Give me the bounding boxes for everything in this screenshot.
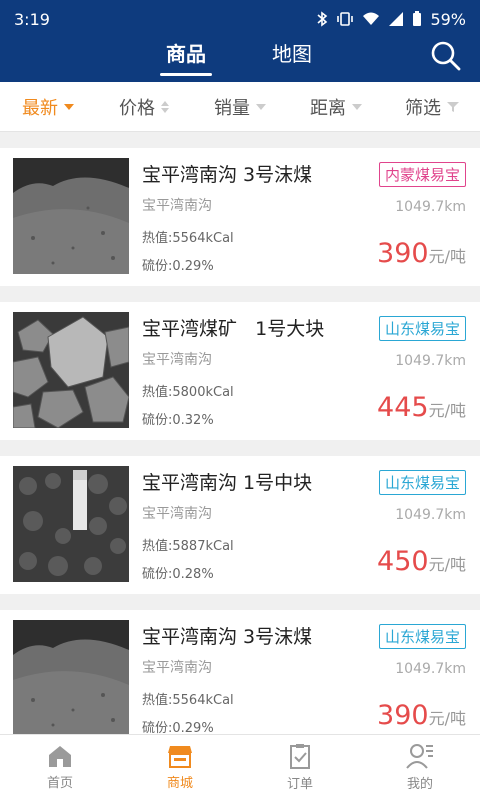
product-name: 宝平湾煤矿 1号大块 xyxy=(142,318,325,340)
profile-icon xyxy=(406,744,433,769)
tab-store[interactable]: 商城 xyxy=(120,735,240,800)
coal-fines-image xyxy=(13,158,129,274)
product-distance: 1049.7km xyxy=(395,507,466,523)
tab-home[interactable]: 首页 xyxy=(0,735,120,800)
filter-price-label: 价格 xyxy=(119,97,155,119)
product-mine: 宝平湾南沟 xyxy=(142,660,212,676)
vibrate-icon xyxy=(337,12,354,26)
battery-level: 59% xyxy=(430,9,466,29)
product-card[interactable]: 宝平湾南沟 1号中块 宝平湾南沟 热值:5887kCal 硫份:0.28% 山东… xyxy=(0,456,480,594)
product-heat: 热值:5564kCal xyxy=(142,231,234,246)
filter-latest[interactable]: 最新 xyxy=(0,82,96,131)
product-price-block: 390元/吨 xyxy=(377,238,466,269)
tab-store-label: 商城 xyxy=(166,776,193,791)
product-distance: 1049.7km xyxy=(395,199,466,215)
filter-latest-label: 最新 xyxy=(22,97,58,119)
product-price: 390 xyxy=(377,238,429,269)
filter-screen[interactable]: 筛选 xyxy=(384,82,480,131)
wifi-icon xyxy=(363,12,380,25)
product-sulfur: 硫份:0.28% xyxy=(142,567,214,582)
price-unit: 元/吨 xyxy=(428,709,466,728)
product-mine: 宝平湾南沟 xyxy=(142,198,212,214)
tab-map[interactable]: 地图 xyxy=(252,38,332,82)
coal-lumps-image xyxy=(13,312,129,428)
caret-down-icon xyxy=(352,103,362,110)
product-name: 宝平湾南沟 3号沫煤 xyxy=(142,164,313,186)
seller-badge: 内蒙煤易宝 xyxy=(378,162,466,187)
price-unit: 元/吨 xyxy=(428,401,466,420)
coal-fines-image xyxy=(13,620,129,736)
tab-orders-label: 订单 xyxy=(286,777,313,792)
top-nav: 商品 地图 xyxy=(0,38,480,82)
product-card[interactable]: 宝平湾南沟 3号沫煤 宝平湾南沟 热值:5564kCal 硫份:0.29% 内蒙… xyxy=(0,148,480,286)
price-unit: 元/吨 xyxy=(428,555,466,574)
product-sulfur: 硫份:0.29% xyxy=(142,259,214,274)
seller-badge: 山东煤易宝 xyxy=(378,316,466,341)
product-price: 390 xyxy=(377,700,429,731)
tab-goods[interactable]: 商品 xyxy=(146,38,226,82)
funnel-icon xyxy=(447,101,459,112)
store-icon xyxy=(168,746,192,768)
product-sulfur: 硫份:0.32% xyxy=(142,413,214,428)
bottom-tab-bar: 首页 商城 订单 我的 xyxy=(0,734,480,800)
price-unit: 元/吨 xyxy=(428,247,466,266)
status-bar: 3:19 59% xyxy=(0,0,480,38)
tab-profile[interactable]: 我的 xyxy=(360,735,480,800)
product-heat: 热值:5800kCal xyxy=(142,385,234,400)
tab-orders[interactable]: 订单 xyxy=(240,735,360,800)
filter-distance-label: 距离 xyxy=(310,97,346,119)
seller-badge: 山东煤易宝 xyxy=(378,470,466,495)
seller-badge: 山东煤易宝 xyxy=(378,624,466,649)
product-name: 宝平湾南沟 1号中块 xyxy=(142,472,313,494)
product-heat: 热值:5887kCal xyxy=(142,539,234,554)
product-heat: 热值:5564kCal xyxy=(142,693,234,708)
product-price-block: 445元/吨 xyxy=(377,392,466,423)
product-card[interactable]: 宝平湾南沟 3号沫煤 宝平湾南沟 热值:5564kCal 硫份:0.29% 山东… xyxy=(0,610,480,748)
product-mine: 宝平湾南沟 xyxy=(142,506,212,522)
product-price: 450 xyxy=(377,546,429,577)
filter-price[interactable]: 价格 xyxy=(96,82,192,131)
search-icon[interactable] xyxy=(430,40,462,72)
tab-profile-label: 我的 xyxy=(406,777,433,792)
caret-down-icon xyxy=(64,103,74,110)
product-price-block: 390元/吨 xyxy=(377,700,466,731)
product-distance: 1049.7km xyxy=(395,353,466,369)
product-card[interactable]: 宝平湾煤矿 1号大块 宝平湾南沟 热值:5800kCal 硫份:0.32% 山东… xyxy=(0,302,480,440)
order-icon xyxy=(290,744,310,769)
signal-icon xyxy=(389,12,404,26)
tab-home-label: 首页 xyxy=(46,776,73,791)
battery-icon xyxy=(413,11,422,26)
product-distance: 1049.7km xyxy=(395,661,466,677)
product-name: 宝平湾南沟 3号沫煤 xyxy=(142,626,313,648)
filter-bar: 最新 价格 销量 距离 筛选 xyxy=(0,82,480,132)
filter-sales-label: 销量 xyxy=(214,97,250,119)
home-icon xyxy=(49,746,71,767)
caret-down-icon xyxy=(256,103,266,110)
status-time: 3:19 xyxy=(14,9,50,29)
product-mine: 宝平湾南沟 xyxy=(142,352,212,368)
coal-medium-image xyxy=(13,466,129,582)
bluetooth-icon xyxy=(317,11,328,27)
product-price-block: 450元/吨 xyxy=(377,546,466,577)
filter-screen-label: 筛选 xyxy=(405,97,441,119)
sort-icon xyxy=(161,100,169,113)
filter-sales[interactable]: 销量 xyxy=(192,82,288,131)
product-price: 445 xyxy=(377,392,429,423)
filter-distance[interactable]: 距离 xyxy=(288,82,384,131)
